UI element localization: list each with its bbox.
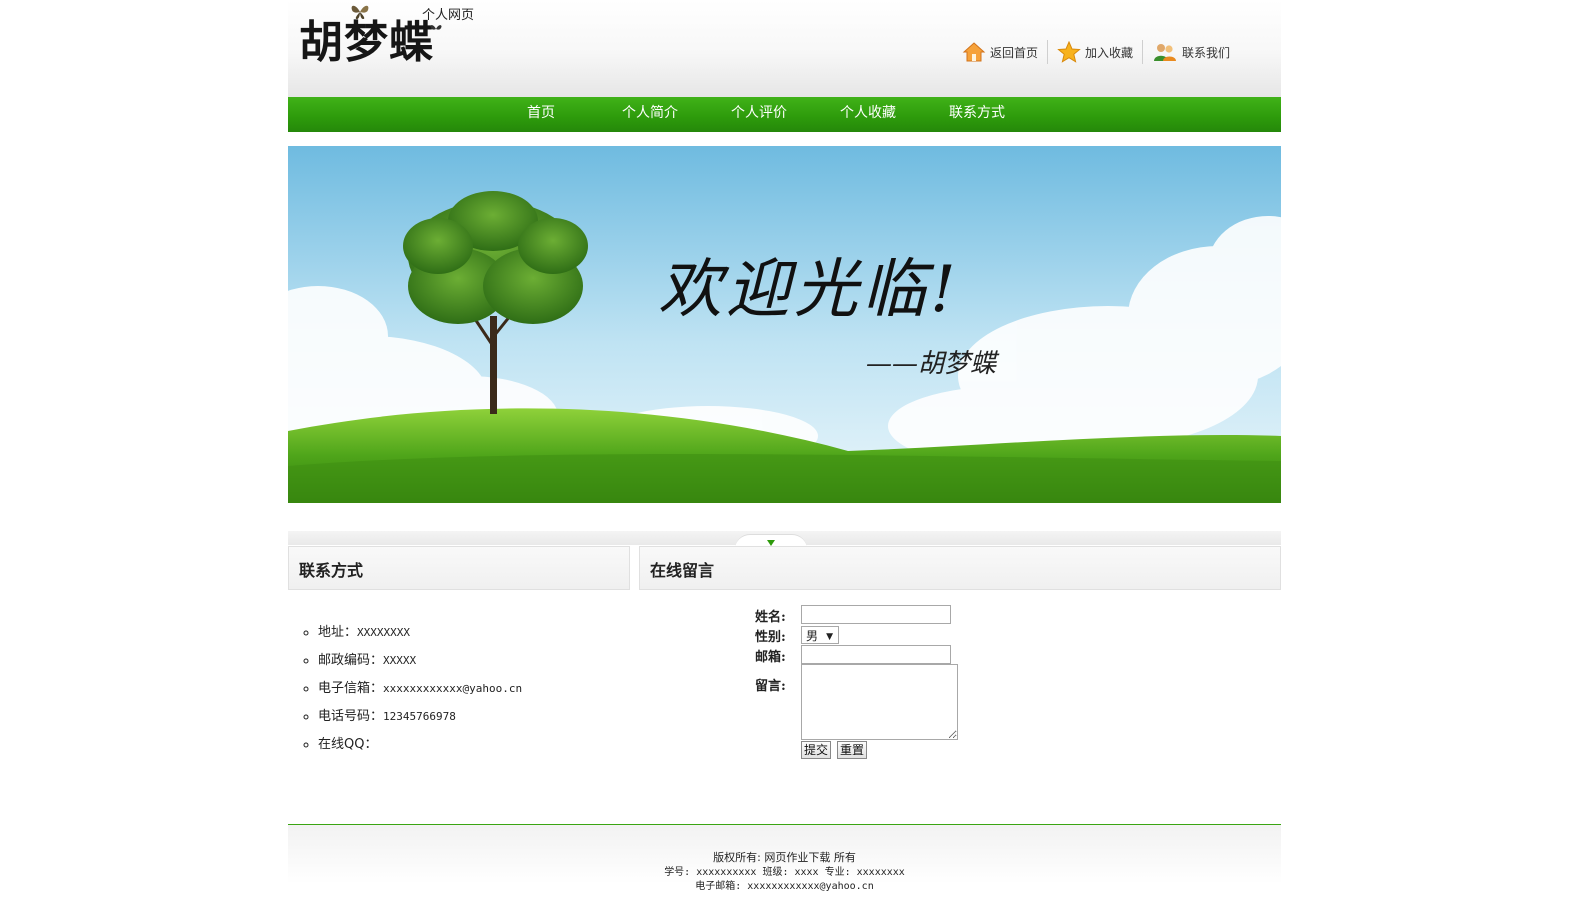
small-butterfly-icon	[430, 25, 442, 30]
contact-item-value: XXXXXXXX	[357, 626, 410, 639]
dropdown-arrow-icon: ▼	[826, 632, 833, 642]
contact-item-value: XXXXX	[383, 654, 417, 667]
nav-item-profile[interactable]: 个人简介	[600, 97, 700, 132]
message-panel-header: 在线留言	[639, 546, 1281, 590]
email-input[interactable]	[801, 645, 951, 664]
site-logo[interactable]: 胡梦蝶	[299, 17, 434, 69]
main-nav: 首页 个人简介 个人评价 个人收藏 联系方式	[288, 97, 1281, 132]
gender-select[interactable]: 男 ▼	[801, 626, 839, 644]
name-label: 姓名:	[755, 610, 786, 625]
top-link-contact[interactable]: 联系我们	[1141, 40, 1239, 64]
contact-people-icon	[1153, 44, 1176, 61]
footer: 版权所有: 网页作业下载 所有 学号: xxxxxxxxxx 班级: xxxx …	[288, 824, 1281, 923]
site-subtitle: 个人网页	[422, 8, 475, 23]
top-link-home[interactable]: 返回首页	[953, 40, 1047, 64]
contact-item-phone: 电话号码：12345766978	[318, 706, 522, 734]
contact-panel-title: 联系方式	[299, 561, 364, 580]
contact-item-label: 地址：	[318, 625, 358, 640]
banner-welcome-text: 欢迎光临!	[658, 253, 960, 327]
top-links: 返回首页 加入收藏 联系我们	[953, 40, 1239, 64]
message-label: 留言:	[755, 679, 786, 694]
contact-item-label: 邮政编码：	[318, 653, 384, 668]
home-icon	[962, 42, 986, 62]
top-link-contact-label: 联系我们	[1181, 45, 1230, 60]
contact-panel-header: 联系方式	[288, 546, 630, 590]
banner: 欢迎光临! ——胡梦蝶	[288, 146, 1281, 503]
contact-item-qq: 在线QQ：	[318, 734, 522, 762]
contact-item-address: 地址：XXXXXXXX	[318, 622, 522, 650]
banner-signature: ——胡梦蝶	[866, 349, 997, 379]
nav-item-contact[interactable]: 联系方式	[927, 97, 1027, 132]
contact-item-email: 电子信箱：xxxxxxxxxxxx@yahoo.cn	[318, 678, 522, 706]
footer-student-info: 学号: xxxxxxxxxx 班级: xxxx 专业: xxxxxxxx	[288, 863, 1281, 878]
contact-item-label: 电话号码：	[318, 709, 384, 724]
header: 胡梦蝶 个人网页 返回首页 加入收藏 联系我们	[288, 0, 1281, 97]
nav-item-collection[interactable]: 个人收藏	[818, 97, 918, 132]
contact-item-value: xxxxxxxxxxxx@yahoo.cn	[383, 682, 523, 695]
message-textarea[interactable]	[801, 664, 958, 740]
footer-email: 电子邮箱: xxxxxxxxxxxx@yahoo.cn	[288, 877, 1281, 892]
star-icon	[1057, 41, 1081, 63]
top-link-favorite[interactable]: 加入收藏	[1046, 40, 1142, 64]
email-label: 邮箱:	[755, 650, 786, 665]
nav-item-home[interactable]: 首页	[491, 97, 591, 132]
gender-label: 性别:	[755, 630, 786, 645]
top-link-home-label: 返回首页	[989, 45, 1038, 60]
reset-button[interactable]: 重置	[837, 741, 868, 759]
nav-item-evaluation[interactable]: 个人评价	[709, 97, 809, 132]
top-link-favorite-label: 加入收藏	[1084, 45, 1133, 60]
page: 胡梦蝶 个人网页 返回首页 加入收藏 联系我们 首页 个人简介 个人评价 个人收…	[288, 0, 1281, 923]
contact-item-postcode: 邮政编码：XXXXX	[318, 650, 522, 678]
footer-email-text: 电子邮箱: xxxxxxxxxxxx@yahoo.cn	[695, 881, 874, 892]
contact-list: 地址：XXXXXXXX 邮政编码：XXXXX 电子信箱：xxxxxxxxxxxx…	[298, 622, 522, 762]
contact-item-value: 12345766978	[383, 710, 456, 723]
gender-select-value: 男	[806, 629, 819, 643]
message-panel-title: 在线留言	[650, 561, 715, 580]
submit-button[interactable]: 提交	[801, 741, 832, 759]
contact-item-label: 电子信箱：	[318, 681, 384, 696]
name-input[interactable]	[801, 605, 951, 624]
contact-item-label: 在线QQ：	[318, 737, 378, 752]
